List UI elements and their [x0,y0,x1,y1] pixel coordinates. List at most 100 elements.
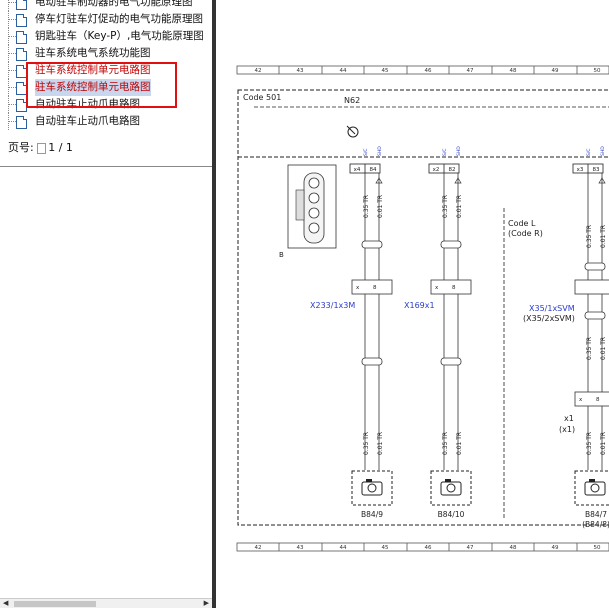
document-icon [16,14,27,27]
pin-tag: SHD [377,146,383,156]
wire-label: 0.35 TR [586,432,593,455]
tree-item-label: 电动驻车制动器的电气功能原理图 [35,0,193,8]
module-label: N62 [344,96,360,105]
wire-label: 0.01 TR [456,195,463,218]
grid-number: 45 [382,545,389,551]
wire-label: 0.01 TR [600,337,607,360]
camera-label: B84/7 [585,510,607,519]
pin-number: 83 [593,167,600,173]
pin-tag: SHD [600,146,606,156]
wiring-diagram: 42 43 44 45 46 47 48 49 50 42 43 44 45 4… [236,65,609,552]
grid-number: 45 [382,68,389,74]
page-box-icon [37,142,47,154]
plug-number: 8 [596,397,600,403]
wire-label: 0.01 TR [600,225,607,248]
plug-number: 8 [373,285,377,291]
grid-number: 44 [340,68,347,74]
wire-column-1: x4 84 S/C SHD 0.35 TR 0.01 TR x 8 0.35 T… [349,146,393,506]
grid-number: 49 [552,68,559,74]
document-icon [16,0,27,10]
grid-number: 48 [510,68,517,74]
grid-number: 48 [510,545,517,551]
page-indicator: 页号: 1 / 1 [8,139,73,155]
wire-label: 0.01 TR [377,432,384,455]
pin-number: 82 [449,167,456,173]
document-icon [16,48,27,61]
connector-label-alt: (X35/2xSVM) [523,314,575,323]
pin-tag: SHD [456,146,462,156]
tree-item-label: 自动驻车止动爪电路图 [35,115,140,127]
wire-label: 0.35 TR [363,195,370,218]
connector-b-plug [287,164,337,249]
connector-label: X35/1xSVM [529,304,575,313]
tree-item[interactable]: 电动驻车制动器的电气功能原理图 [0,0,212,11]
camera-label: B84/10 [438,510,465,519]
connector-b-label: B [279,251,284,259]
top-grid-ruler: 42 43 44 45 46 47 48 49 50 [236,65,609,75]
grid-number: 50 [594,545,601,551]
grid-number: 43 [297,545,304,551]
wire-column-2: x2 82 S/C SHD 0.35 TR 0.01 TR x 8 0.35 T… [428,146,472,506]
wire-label: 0.01 TR [600,432,607,455]
wire-label: 0.01 TR [377,195,384,218]
camera-icon [440,479,462,496]
tree-item[interactable]: 驻车系统电气系统功能图 [0,45,212,62]
tree-item[interactable]: 自动驻车止动爪电路图 [0,113,212,130]
grid-number: 50 [594,68,601,74]
pin-tag: S/C [586,148,592,156]
pin-x: x4 [354,167,361,173]
grid-number: 42 [255,68,262,74]
grid-number: 44 [340,545,347,551]
bottom-grid-ruler: 42 43 44 45 46 47 48 49 50 [236,542,609,552]
horizontal-scrollbar[interactable]: ◀ ▶ [0,598,212,608]
wire-label: 0.35 TR [442,195,449,218]
highlight-annotation-box [26,62,177,108]
tree-item[interactable]: 停车灯驻车灯促动的电气功能原理图 [0,11,212,28]
tree-item-label: 钥匙驻车（Key-P）,电气功能原理图 [35,30,204,42]
connector-label: X233/1x3M [310,301,355,310]
wire-label: 0.01 TR [456,432,463,455]
diagram-viewer: 42 43 44 45 46 47 48 49 50 42 43 44 45 4… [216,0,609,608]
wire-label: 0.35 TR [363,432,370,455]
code-r-label: (Code R) [508,229,543,238]
grid-number: 49 [552,545,559,551]
tree-item[interactable]: 钥匙驻车（Key-P）,电气功能原理图 [0,28,212,45]
grid-number: 43 [297,68,304,74]
camera-label-alt: (B84/8) [582,520,609,529]
grid-number: 42 [255,545,262,551]
pin-number: 84 [370,167,377,173]
tree-item-label: 停车灯驻车灯促动的电气功能原理图 [35,13,203,25]
tree-item-label: 驻车系统电气系统功能图 [35,47,151,59]
ground-symbol-icon [346,125,359,138]
camera-label: B84/9 [361,510,383,519]
camera-icon [584,479,606,496]
camera-icon [361,479,383,496]
connector-label: X169x1 [404,301,435,310]
wire-label: 0.35 TR [586,225,593,248]
navigation-pane: 电动驻车制动器的电气功能原理图 停车灯驻车灯促动的电气功能原理图 钥匙驻车（Ke… [0,0,212,608]
scroll-left-arrow-icon[interactable]: ◀ [3,599,8,607]
pin-tag: S/C [363,148,369,156]
plug-number: 8 [452,285,456,291]
scrollbar-thumb[interactable] [14,601,96,607]
page-indicator-value: 1 / 1 [48,141,73,154]
wire-label: 0.35 TR [442,432,449,455]
scroll-right-arrow-icon[interactable]: ▶ [204,599,209,607]
pin-tag: S/C [442,148,448,156]
document-icon [16,31,27,44]
wire-label: 0.35 TR [586,337,593,360]
pin-x: x2 [433,167,440,173]
code-label: Code 501 [243,93,281,102]
wire-column-3: x3 83 S/C SHD 0.35 TR 0.01 TR 0.35 TR 0.… [572,146,609,506]
grid-number: 47 [467,545,474,551]
x1-label: x1 [564,414,574,423]
pane-separator [0,166,212,167]
code-l-label: Code L [508,219,536,228]
document-icon [16,116,27,129]
x1-label-alt: (x1) [559,425,575,434]
page-indicator-label: 页号: [8,141,34,154]
pin-x: x3 [577,167,584,173]
grid-number: 46 [425,68,432,74]
grid-number: 46 [425,545,432,551]
grid-number: 47 [467,68,474,74]
